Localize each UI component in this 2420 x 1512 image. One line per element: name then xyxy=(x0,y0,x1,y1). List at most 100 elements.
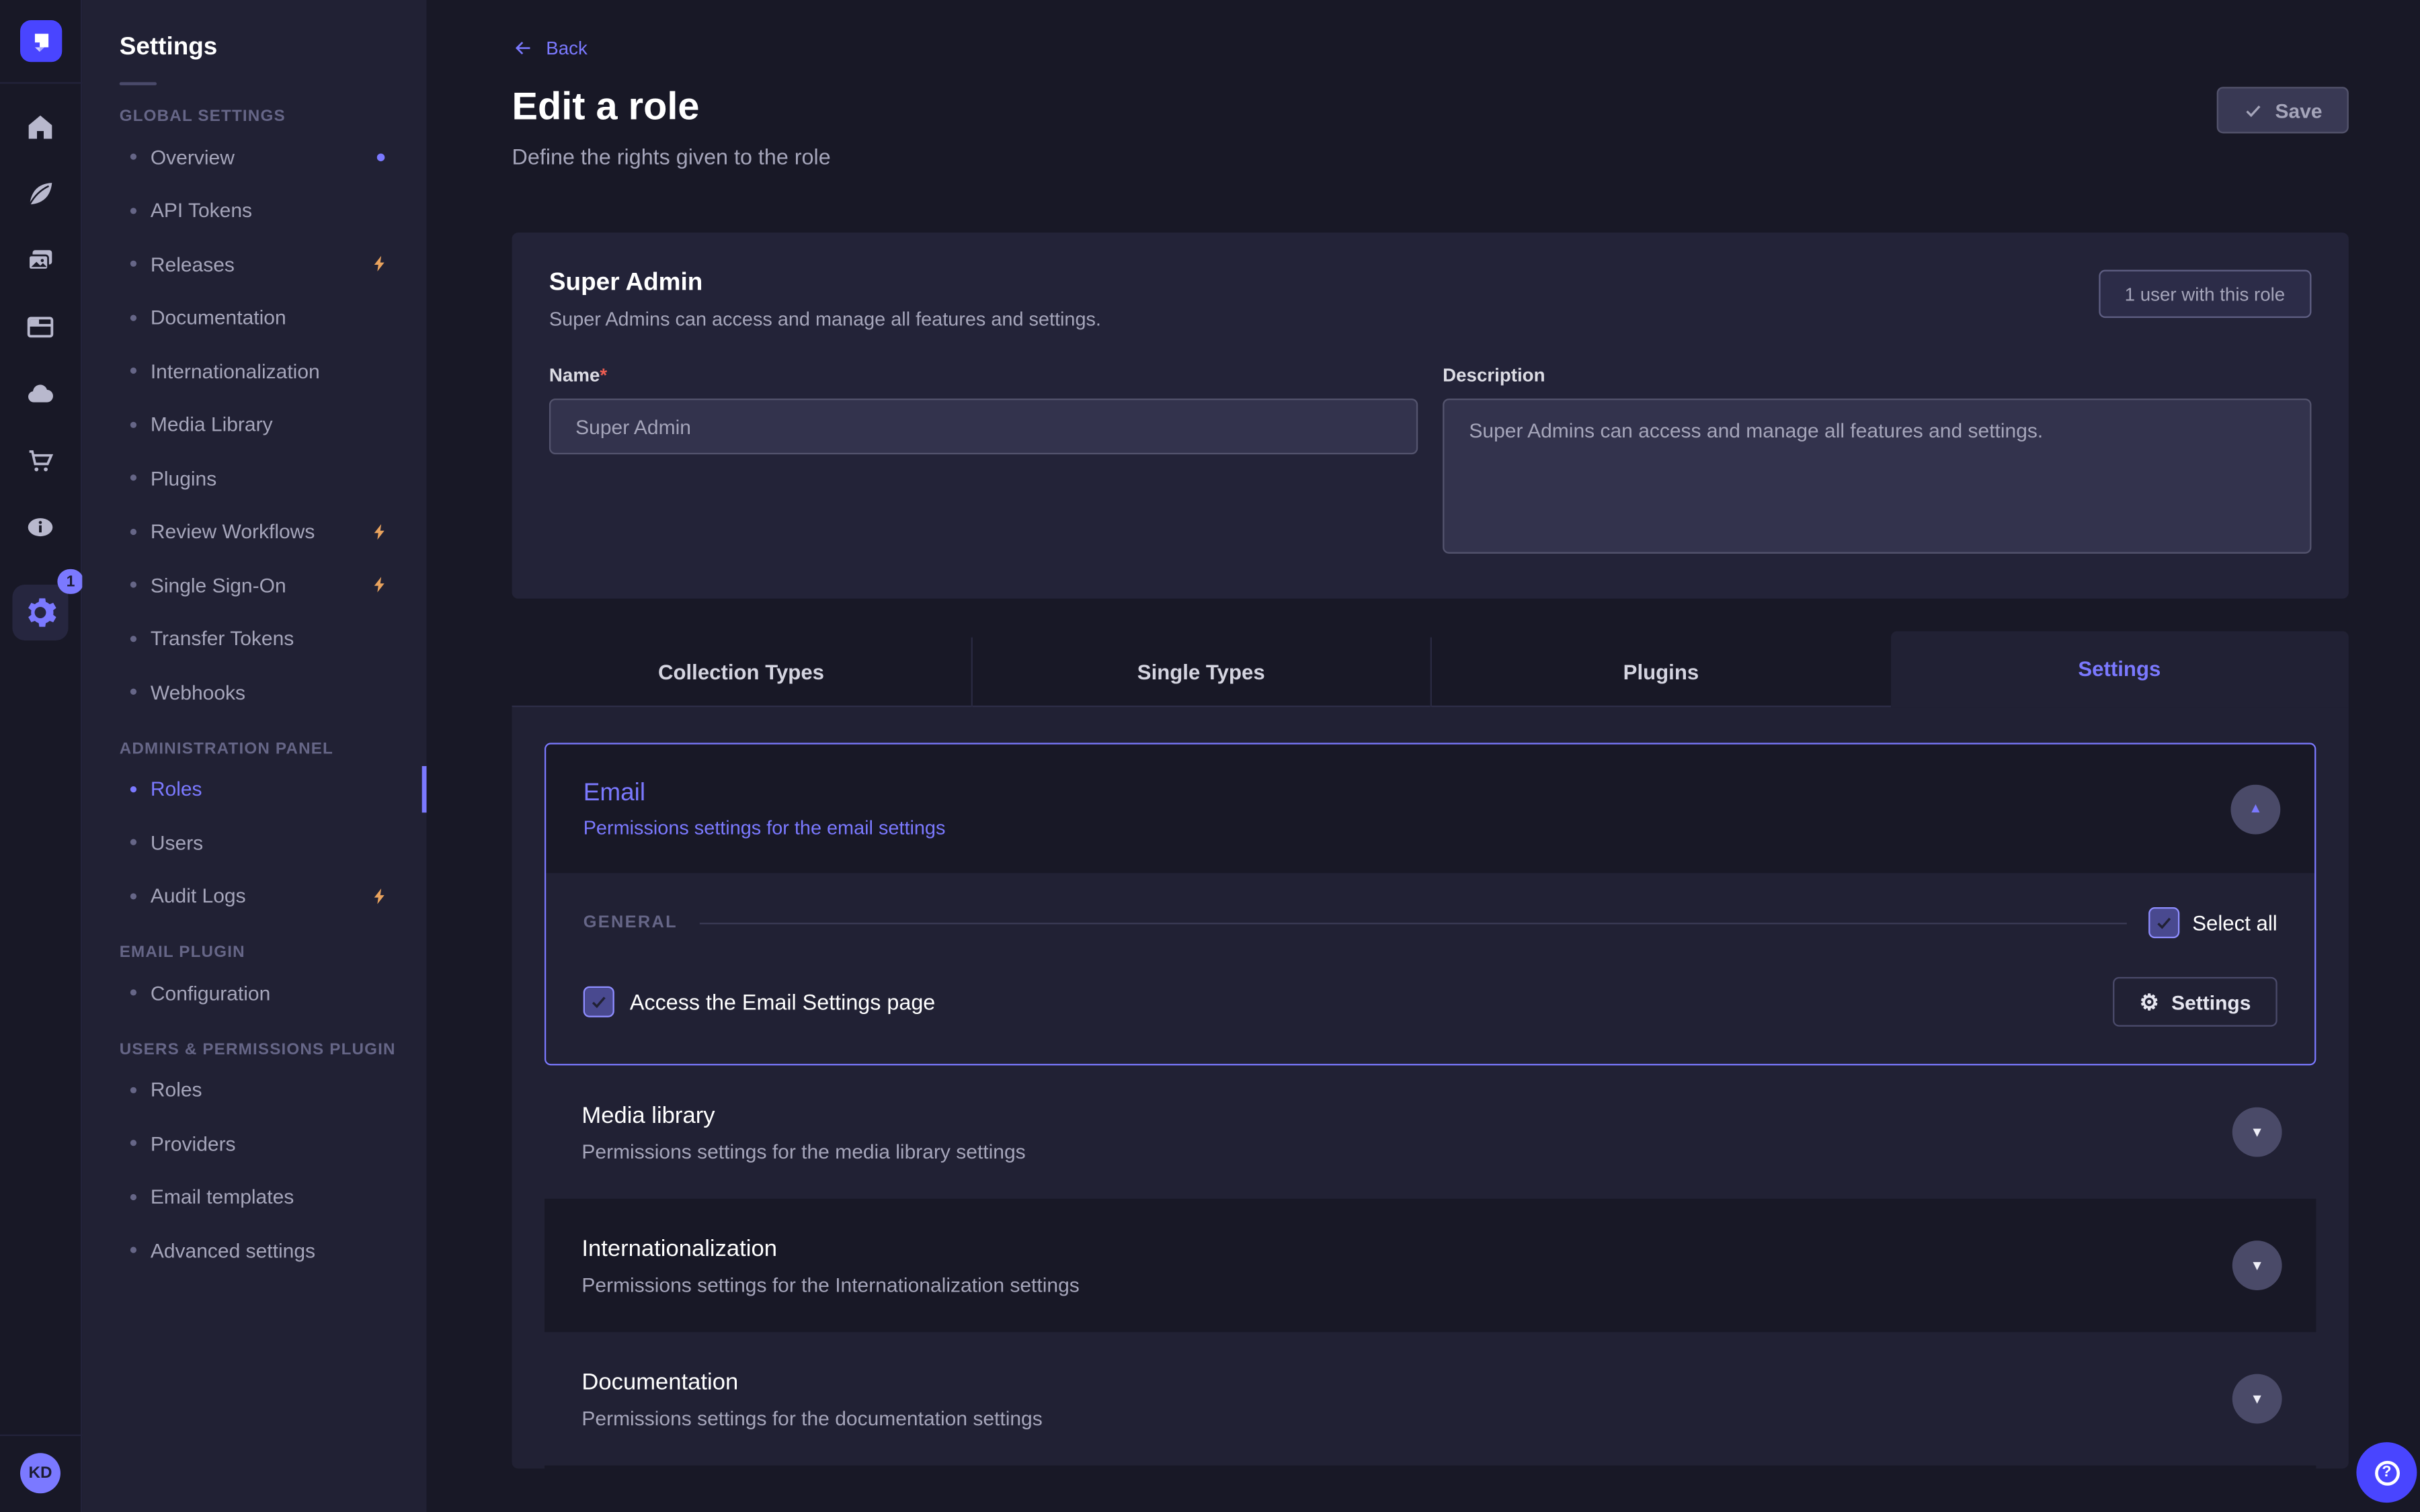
sidebar-item-plugins[interactable]: Plugins xyxy=(120,452,390,505)
internationalization-permissions-accordion[interactable]: Internationalization Permissions setting… xyxy=(544,1199,2316,1332)
settings-button-label: Settings xyxy=(2171,990,2251,1013)
help-button[interactable]: ? xyxy=(2356,1442,2417,1503)
sidebar-item-media-library[interactable]: Media Library xyxy=(120,398,390,452)
role-name-input[interactable] xyxy=(549,398,1418,454)
sidebar-item-label: Overview xyxy=(151,145,235,169)
sidebar-item-single-sign-on[interactable]: Single Sign-On xyxy=(120,558,390,612)
description-field-label: Description xyxy=(1443,364,2311,386)
email-permissions-accordion: Email Permissions settings for the email… xyxy=(544,743,2316,1065)
rail-cloud-button[interactable] xyxy=(22,375,58,412)
sidebar-item-documentation[interactable]: Documentation xyxy=(120,291,390,345)
accordion-titles: Internationalization Permissions setting… xyxy=(581,1235,1079,1296)
sidebar-item-roles-admin[interactable]: Roles xyxy=(120,762,390,816)
required-marker: * xyxy=(600,364,607,386)
question-mark-icon: ? xyxy=(2374,1460,2399,1485)
rail-settings-button[interactable]: 1 xyxy=(12,585,68,640)
sidebar-item-webhooks[interactable]: Webhooks xyxy=(120,665,390,719)
documentation-permissions-accordion[interactable]: Documentation Permissions settings for t… xyxy=(544,1332,2316,1465)
sidebar-item-roles-users-permissions[interactable]: Roles xyxy=(120,1063,390,1117)
images-icon xyxy=(25,245,56,276)
check-icon xyxy=(2155,913,2174,932)
sidebar-item-advanced-settings[interactable]: Advanced settings xyxy=(120,1224,390,1277)
users-with-role-button[interactable]: 1 user with this role xyxy=(2098,270,2311,319)
email-settings-button[interactable]: ⚙ Settings xyxy=(2113,977,2277,1027)
rail-content-manager-button[interactable] xyxy=(22,175,58,212)
tab-plugins[interactable]: Plugins xyxy=(1430,637,1890,707)
bullet-icon xyxy=(130,1087,136,1093)
arrow-left-icon xyxy=(512,37,534,58)
user-avatar[interactable]: KD xyxy=(20,1453,61,1493)
rail-content-type-builder-button[interactable] xyxy=(22,308,58,345)
bullet-icon xyxy=(130,582,136,588)
cloud-icon xyxy=(25,378,56,409)
email-settings-access-checkbox[interactable] xyxy=(583,986,614,1017)
expand-documentation-button[interactable]: ▼ xyxy=(2232,1374,2282,1424)
rail-marketplace-button[interactable] xyxy=(22,442,58,479)
sidebar-item-users[interactable]: Users xyxy=(120,816,390,870)
sidebar-item-internationalization[interactable]: Internationalization xyxy=(120,344,390,398)
section-label-users-permissions-plugin: USERS & PERMISSIONS PLUGIN xyxy=(120,1040,390,1058)
home-icon xyxy=(25,112,56,142)
rail-bottom-divider xyxy=(0,1435,81,1436)
nav-rail: 1 KD xyxy=(0,0,82,1512)
sidebar-item-review-workflows[interactable]: Review Workflows xyxy=(120,505,390,558)
sidebar-item-overview[interactable]: Overview xyxy=(120,130,390,184)
section-label-email-plugin: EMAIL PLUGIN xyxy=(120,943,390,962)
collapse-email-button[interactable]: ▲ xyxy=(2230,784,2280,834)
email-accordion-subtitle: Permissions settings for the email setti… xyxy=(583,816,946,838)
expand-media-library-button[interactable]: ▼ xyxy=(2232,1107,2282,1157)
sidebar-item-label: API Tokens xyxy=(151,199,252,222)
sidebar-item-providers[interactable]: Providers xyxy=(120,1117,390,1171)
bullet-icon xyxy=(130,421,136,427)
sidebar-item-audit-logs[interactable]: Audit Logs xyxy=(120,869,390,923)
bullet-icon xyxy=(130,208,136,214)
name-field-label: Name* xyxy=(549,364,1418,386)
page-subtitle: Define the rights given to the role xyxy=(512,144,2349,169)
strapi-logo[interactable] xyxy=(19,20,61,62)
sidebar-item-label: Audit Logs xyxy=(151,884,246,908)
sidebar-item-releases[interactable]: Releases xyxy=(120,237,390,291)
bullet-icon xyxy=(130,528,136,534)
select-all-group: Select all xyxy=(2149,907,2277,938)
sidebar-item-email-templates[interactable]: Email templates xyxy=(120,1170,390,1224)
tab-single-types[interactable]: Single Types xyxy=(970,637,1430,707)
sidebar-item-label: Providers xyxy=(151,1132,236,1155)
role-card-titles: Super Admin Super Admins can access and … xyxy=(549,270,1101,331)
sidebar-item-transfer-tokens[interactable]: Transfer Tokens xyxy=(120,612,390,665)
sidebar-item-configuration[interactable]: Configuration xyxy=(120,966,390,1020)
select-all-label: Select all xyxy=(2192,911,2277,935)
role-description-input[interactable]: Super Admins can access and manage all f… xyxy=(1443,398,2311,554)
rail-bottom: KD xyxy=(0,1435,81,1512)
section-label-administration-panel: ADMINISTRATION PANEL xyxy=(120,739,390,758)
sidebar-item-api-tokens[interactable]: API Tokens xyxy=(120,183,390,237)
expand-internationalization-button[interactable]: ▼ xyxy=(2232,1241,2282,1290)
notification-dot xyxy=(377,153,385,161)
bullet-icon xyxy=(130,636,136,642)
chevron-down-icon: ▼ xyxy=(2250,1259,2264,1273)
settings-notification-badge: 1 xyxy=(57,569,83,594)
rail-media-library-button[interactable] xyxy=(22,242,58,279)
active-item-indicator xyxy=(422,765,427,812)
email-accordion-header[interactable]: Email Permissions settings for the email… xyxy=(546,745,2314,874)
plugins-marketplace-permissions-accordion[interactable]: Plugins and marketplace ▼ xyxy=(544,1466,2316,1469)
lightning-icon xyxy=(371,886,390,905)
sidebar-item-label: Transfer Tokens xyxy=(151,627,294,650)
tab-settings[interactable]: Settings xyxy=(1890,631,2349,707)
check-icon xyxy=(2243,100,2263,120)
email-settings-permission-row: Access the Email Settings page ⚙ Setting… xyxy=(583,977,2277,1027)
settings-permissions-panel: Email Permissions settings for the email… xyxy=(512,707,2349,1468)
save-button[interactable]: Save xyxy=(2216,87,2349,133)
select-all-checkbox[interactable] xyxy=(2149,907,2180,938)
lightning-icon xyxy=(371,576,390,595)
rail-home-button[interactable] xyxy=(22,109,58,146)
rail-info-button[interactable] xyxy=(22,509,58,546)
bullet-icon xyxy=(130,368,136,374)
general-group-row: GENERAL Select all xyxy=(583,907,2277,938)
back-link[interactable]: Back xyxy=(512,37,588,58)
bullet-icon xyxy=(130,990,136,996)
tab-collection-types[interactable]: Collection Types xyxy=(512,637,971,707)
media-library-permissions-accordion[interactable]: Media library Permissions settings for t… xyxy=(544,1065,2316,1198)
email-accordion-title: Email xyxy=(583,780,946,808)
gear-icon: ⚙ xyxy=(2140,991,2159,1013)
sidebar-item-label: Documentation xyxy=(151,306,286,329)
